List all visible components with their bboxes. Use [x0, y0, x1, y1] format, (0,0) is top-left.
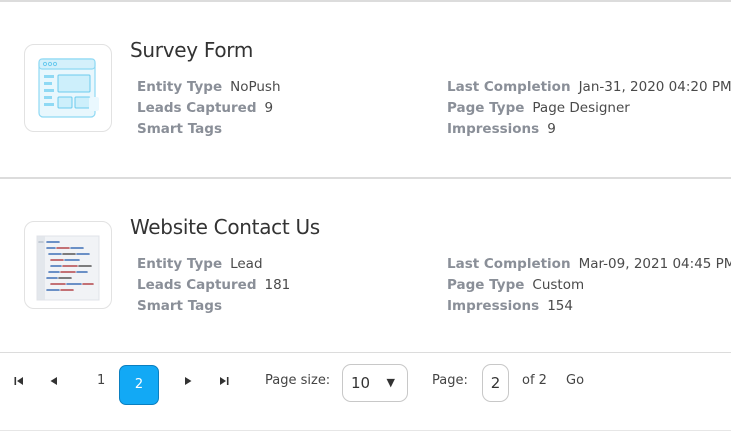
field-value: Jan-31, 2020 04:20 PM [578, 79, 731, 95]
page-size-select[interactable]: 10 ▼ [342, 364, 408, 402]
last-completion-field: Last Completion Mar-09, 2021 04:45 PM [447, 256, 731, 272]
field-value: 9 [547, 121, 556, 137]
entity-type-field: Entity Type Lead [137, 256, 263, 272]
form-card[interactable]: Survey Form Entity Type NoPush Leads Capt… [0, 2, 731, 177]
field-label: Smart Tags [137, 298, 222, 314]
field-value: 9 [264, 100, 274, 116]
page-size-value: 10 [351, 374, 371, 392]
chevron-down-icon: ▼ [386, 376, 395, 389]
field-label: Entity Type [137, 256, 223, 272]
pagination-bar: 1 2 Page size: 10 ▼ Page: 2 of 2 Go [0, 353, 731, 413]
field-label: Page Type [447, 100, 525, 116]
field-label: Page Type [447, 277, 525, 293]
impressions-field: Impressions 9 [447, 121, 556, 137]
field-label: Last Completion [447, 256, 571, 272]
field-label: Impressions [447, 121, 540, 137]
field-value: Mar-09, 2021 04:45 PM [578, 256, 731, 272]
page-type-field: Page Type Page Designer [447, 100, 630, 116]
form-thumbnail [24, 44, 112, 132]
page-count-text: of 2 [522, 373, 547, 388]
field-label: Leads Captured [137, 277, 257, 293]
field-value: Custom [532, 277, 585, 293]
code-screenshot-icon [36, 235, 100, 301]
page-number-input[interactable]: 2 [482, 364, 509, 402]
last-page-icon[interactable] [219, 376, 229, 389]
field-value: Page Designer [532, 100, 630, 116]
smart-tags-field: Smart Tags [137, 298, 222, 314]
entity-type-field: Entity Type NoPush [137, 79, 281, 95]
leads-captured-field: Leads Captured 9 [137, 100, 273, 116]
form-title[interactable]: Survey Form [130, 38, 253, 62]
page-type-field: Page Type Custom [447, 277, 584, 293]
field-label: Leads Captured [137, 100, 257, 116]
current-page-button[interactable]: 2 [119, 365, 159, 405]
form-card[interactable]: Website Contact Us Entity Type Lead Leads… [0, 179, 731, 354]
field-label: Smart Tags [137, 121, 222, 137]
form-thumbnail [24, 221, 112, 309]
first-page-icon[interactable] [14, 376, 24, 389]
last-completion-field: Last Completion Jan-31, 2020 04:20 PM [447, 79, 731, 95]
field-label: Entity Type [137, 79, 223, 95]
field-label: Impressions [447, 298, 540, 314]
prev-page-icon[interactable] [49, 376, 58, 389]
page-label: Page: [432, 373, 468, 388]
field-value: 154 [547, 298, 573, 314]
page-size-label: Page size: [265, 373, 331, 388]
smart-tags-field: Smart Tags [137, 121, 222, 137]
page-link-1[interactable]: 1 [97, 373, 105, 388]
form-title[interactable]: Website Contact Us [130, 215, 320, 239]
next-page-icon[interactable] [184, 376, 193, 389]
field-label: Last Completion [447, 79, 571, 95]
leads-captured-field: Leads Captured 181 [137, 277, 290, 293]
field-value: 181 [264, 277, 291, 293]
bottom-divider [0, 430, 731, 431]
form-layout-icon [38, 58, 99, 118]
field-value: Lead [230, 256, 263, 272]
impressions-field: Impressions 154 [447, 298, 573, 314]
field-value: NoPush [230, 79, 281, 95]
go-button[interactable]: Go [566, 373, 584, 388]
